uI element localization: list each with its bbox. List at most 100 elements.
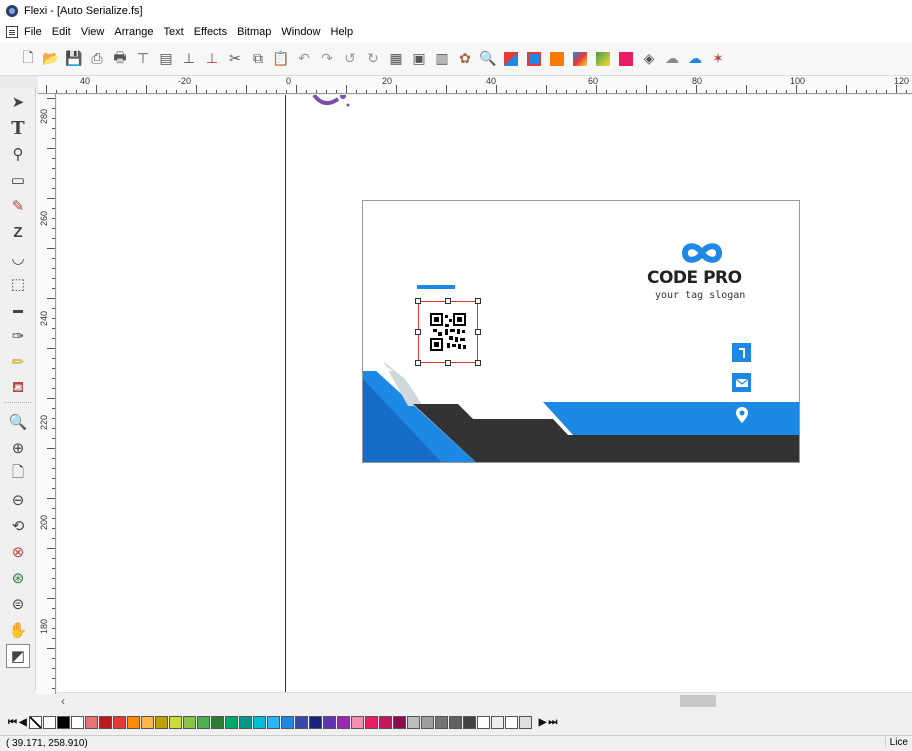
- cloud-icon[interactable]: ☁: [662, 49, 682, 69]
- scroll-left-icon[interactable]: ‹: [61, 694, 65, 708]
- color-swatch[interactable]: [210, 715, 224, 729]
- design-central-icon[interactable]: ▦: [386, 49, 406, 69]
- fill-bucket-icon[interactable]: ⛾: [6, 376, 30, 400]
- color-swatch[interactable]: [322, 715, 336, 729]
- palette-next-icon[interactable]: ▶: [539, 717, 547, 728]
- pencil-tool-icon[interactable]: ✏: [6, 350, 30, 374]
- menu-edit[interactable]: Edit: [52, 26, 71, 38]
- copy-icon[interactable]: ⧉: [248, 49, 268, 69]
- color-swatch[interactable]: [434, 715, 448, 729]
- zoom-page-icon[interactable]: 🗋: [6, 462, 30, 486]
- pan-hand-icon[interactable]: ✋: [6, 618, 30, 642]
- color-swatch[interactable]: [70, 715, 84, 729]
- color-swatch[interactable]: [490, 715, 504, 729]
- rectangle-tool-icon[interactable]: ▭: [6, 168, 30, 192]
- menu-view[interactable]: View: [81, 26, 105, 38]
- gradient-icon[interactable]: [570, 49, 590, 69]
- color-swatch[interactable]: [448, 715, 462, 729]
- distort-tool-icon[interactable]: Z: [6, 220, 30, 244]
- zoom-icon[interactable]: 🔍: [478, 49, 498, 69]
- selection-handle[interactable]: [415, 360, 421, 366]
- print-icon[interactable]: 🖶: [110, 49, 130, 69]
- selection-handle[interactable]: [445, 360, 451, 366]
- palette-prev-icon[interactable]: ◀: [19, 717, 27, 728]
- redo-all-icon[interactable]: ↻: [363, 49, 383, 69]
- serialize-icon[interactable]: [616, 49, 636, 69]
- effects-icon[interactable]: [547, 49, 567, 69]
- menu-file[interactable]: File: [24, 26, 42, 38]
- color-swatch[interactable]: [294, 715, 308, 729]
- document-menu-icon[interactable]: [6, 26, 18, 38]
- plot-icon[interactable]: ⊤: [133, 49, 153, 69]
- color-swatch[interactable]: [378, 715, 392, 729]
- pantone-icon[interactable]: [524, 49, 544, 69]
- color-swatch[interactable]: [518, 715, 532, 729]
- color-swatch[interactable]: [308, 715, 322, 729]
- frame-tool-icon[interactable]: ⬚: [6, 272, 30, 296]
- color-swatch[interactable]: [252, 715, 266, 729]
- menu-window[interactable]: Window: [281, 26, 320, 38]
- rip-icon[interactable]: ⊥: [179, 49, 199, 69]
- scrollbar-thumb[interactable]: [680, 695, 716, 707]
- bitmap-icon[interactable]: [593, 49, 613, 69]
- selection-handle[interactable]: [475, 329, 481, 335]
- color-swatch[interactable]: [462, 715, 476, 729]
- horizontal-scrollbar[interactable]: ‹: [57, 692, 912, 709]
- zoom-selected-icon[interactable]: ⊜: [6, 592, 30, 616]
- selection-handle[interactable]: [475, 298, 481, 304]
- color-swatch[interactable]: [154, 715, 168, 729]
- new-document-icon[interactable]: 🗋: [18, 49, 38, 69]
- redo-icon[interactable]: ↷: [317, 49, 337, 69]
- open-icon[interactable]: 📂: [41, 49, 61, 69]
- color-swatch[interactable]: [392, 715, 406, 729]
- zoom-cancel-icon[interactable]: ⊗: [6, 540, 30, 564]
- preferences-icon[interactable]: ▣: [409, 49, 429, 69]
- paste-icon[interactable]: 📋: [271, 49, 291, 69]
- share-icon[interactable]: ✶: [708, 49, 728, 69]
- color-swatch[interactable]: [126, 715, 140, 729]
- spline-tool-icon[interactable]: ✎: [6, 194, 30, 218]
- color-palette-icon[interactable]: [501, 49, 521, 69]
- palette-first-icon[interactable]: ⏮: [8, 717, 17, 728]
- arc-tool-icon[interactable]: ◡: [6, 246, 30, 270]
- shape-edit-icon[interactable]: ⚲: [6, 142, 30, 166]
- selection-handle[interactable]: [415, 329, 421, 335]
- color-swatch[interactable]: [238, 715, 252, 729]
- menu-effects[interactable]: Effects: [194, 26, 227, 38]
- measure-tool-icon[interactable]: ▬: [6, 298, 30, 322]
- drawing-canvas[interactable]: CODE PRO your tag slogan: [57, 95, 912, 692]
- undo-all-icon[interactable]: ↺: [340, 49, 360, 69]
- color-swatch[interactable]: [266, 715, 280, 729]
- eyedropper-icon[interactable]: ✑: [6, 324, 30, 348]
- zoom-fit-icon[interactable]: 🔍: [6, 410, 30, 434]
- color-swatch[interactable]: [350, 715, 364, 729]
- color-swatch[interactable]: [168, 715, 182, 729]
- color-swatch[interactable]: [364, 715, 378, 729]
- zoom-in-icon[interactable]: ⊕: [6, 436, 30, 460]
- color-swatch[interactable]: [406, 715, 420, 729]
- selection-handle[interactable]: [415, 298, 421, 304]
- no-color-swatch[interactable]: [28, 715, 42, 729]
- color-swatch[interactable]: [336, 715, 350, 729]
- color-swatch[interactable]: [224, 715, 238, 729]
- color-swatch[interactable]: [420, 715, 434, 729]
- cut-file-icon[interactable]: ▤: [156, 49, 176, 69]
- output-icon[interactable]: ⊥: [202, 49, 222, 69]
- color-swatch[interactable]: [280, 715, 294, 729]
- menu-arrange[interactable]: Arrange: [114, 26, 153, 38]
- cloud-upload-icon[interactable]: ☁: [685, 49, 705, 69]
- color-swatch[interactable]: [476, 715, 490, 729]
- menu-text[interactable]: Text: [164, 26, 184, 38]
- color-swatch[interactable]: [98, 715, 112, 729]
- contour-icon[interactable]: ◈: [639, 49, 659, 69]
- select-arrow-icon[interactable]: ➤: [6, 90, 30, 114]
- color-swatch[interactable]: [182, 715, 196, 729]
- flexi-app-icon[interactable]: [6, 5, 18, 17]
- zoom-previous-icon[interactable]: ⟲: [6, 514, 30, 538]
- selection-handle[interactable]: [475, 360, 481, 366]
- zoom-out-icon[interactable]: ⊖: [6, 488, 30, 512]
- menu-bitmap[interactable]: Bitmap: [237, 26, 271, 38]
- color-swatch[interactable]: [56, 715, 70, 729]
- job-info-icon[interactable]: ▥: [432, 49, 452, 69]
- print-setup-icon[interactable]: ⎙: [87, 49, 107, 69]
